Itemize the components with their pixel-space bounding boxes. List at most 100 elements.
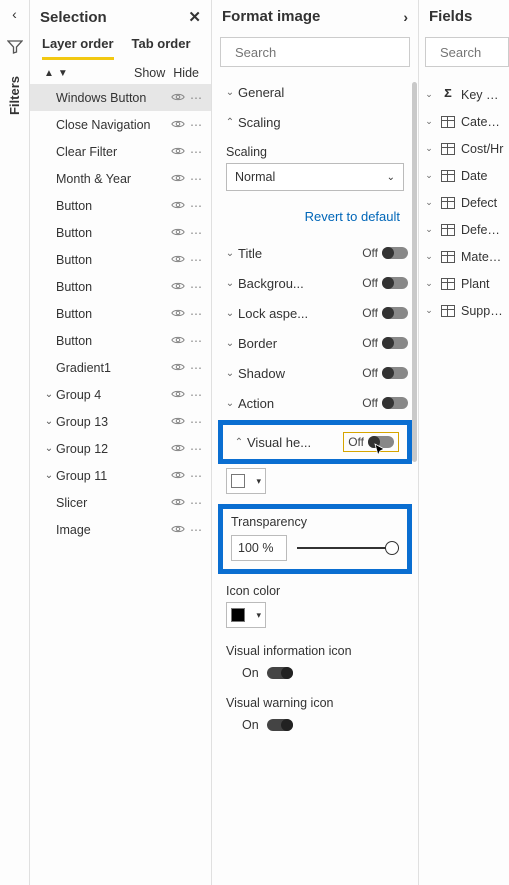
layer-row[interactable]: Clear Filter⋯ — [30, 138, 211, 165]
background-color-picker[interactable]: ▾ — [226, 468, 266, 494]
scaling-dropdown[interactable]: Normal ⌄ — [226, 163, 404, 191]
revert-to-default-button[interactable]: Revert to default — [218, 199, 412, 238]
action-toggle[interactable] — [382, 397, 408, 409]
format-search[interactable] — [220, 37, 410, 67]
layer-row[interactable]: Image⋯ — [30, 516, 211, 543]
layer-row[interactable]: ⌄Group 4⋯ — [30, 381, 211, 408]
layer-row[interactable]: ⌄Group 12⋯ — [30, 435, 211, 462]
layer-row[interactable]: Slicer⋯ — [30, 489, 211, 516]
more-options-icon[interactable]: ⋯ — [187, 334, 205, 348]
visual-warning-icon-toggle[interactable] — [267, 719, 293, 731]
visibility-icon[interactable] — [169, 118, 187, 132]
tab-layer-order[interactable]: Layer order — [42, 36, 114, 60]
scrollbar-thumb[interactable] — [412, 82, 417, 462]
layer-row[interactable]: Button⋯ — [30, 219, 211, 246]
visual-header-toggle[interactable] — [368, 436, 394, 448]
search-input[interactable] — [233, 44, 413, 61]
search-input[interactable] — [438, 44, 509, 61]
visibility-icon[interactable] — [169, 469, 187, 483]
field-row[interactable]: ⌄𝚺Key Mea — [423, 81, 505, 108]
shadow-toggle[interactable] — [382, 367, 408, 379]
background-toggle[interactable] — [382, 277, 408, 289]
more-options-icon[interactable]: ⋯ — [187, 469, 205, 483]
more-options-icon[interactable]: ⋯ — [187, 496, 205, 510]
layer-row[interactable]: ⌄Group 13⋯ — [30, 408, 211, 435]
more-options-icon[interactable]: ⋯ — [187, 361, 205, 375]
visibility-icon[interactable] — [169, 91, 187, 105]
layer-row[interactable]: Button⋯ — [30, 300, 211, 327]
filters-funnel-icon[interactable] — [7, 40, 23, 54]
visibility-icon[interactable] — [169, 523, 187, 537]
field-row[interactable]: ⌄Supplier — [423, 297, 505, 324]
section-general[interactable]: ⌄ General — [218, 77, 412, 107]
section-title[interactable]: ⌄ Title Off — [218, 238, 412, 268]
visibility-icon[interactable] — [169, 496, 187, 510]
visibility-icon[interactable] — [169, 334, 187, 348]
layer-row[interactable]: Button⋯ — [30, 273, 211, 300]
collapse-format-icon[interactable]: › — [403, 9, 408, 25]
more-options-icon[interactable]: ⋯ — [187, 415, 205, 429]
filters-tab[interactable]: Filters — [7, 72, 22, 119]
layer-row[interactable]: Windows Button⋯ — [30, 84, 211, 111]
move-up-icon[interactable]: ▲ — [42, 68, 56, 79]
title-toggle[interactable] — [382, 247, 408, 259]
layer-row[interactable]: Gradient1⋯ — [30, 354, 211, 381]
layer-row[interactable]: Close Navigation⋯ — [30, 111, 211, 138]
more-options-icon[interactable]: ⋯ — [187, 523, 205, 537]
section-lock-aspect[interactable]: ⌄ Lock aspe... Off — [218, 298, 412, 328]
section-background[interactable]: ⌄ Backgrou... Off — [218, 268, 412, 298]
more-options-icon[interactable]: ⋯ — [187, 172, 205, 186]
hide-all-button[interactable]: Hide — [173, 66, 199, 80]
tab-tab-order[interactable]: Tab order — [132, 36, 191, 60]
visibility-icon[interactable] — [169, 307, 187, 321]
visibility-icon[interactable] — [169, 361, 187, 375]
icon-color-picker[interactable]: ▾ — [226, 602, 266, 628]
lock-aspect-toggle[interactable] — [382, 307, 408, 319]
visibility-icon[interactable] — [169, 253, 187, 267]
section-scaling[interactable]: ⌃ Scaling — [218, 107, 412, 137]
more-options-icon[interactable]: ⋯ — [187, 226, 205, 240]
field-row[interactable]: ⌄DefectTy — [423, 216, 505, 243]
field-row[interactable]: ⌄Defect — [423, 189, 505, 216]
collapse-selection-icon[interactable]: ‹ — [12, 6, 17, 22]
more-options-icon[interactable]: ⋯ — [187, 280, 205, 294]
field-row[interactable]: ⌄Date — [423, 162, 505, 189]
section-border[interactable]: ⌄ Border Off — [218, 328, 412, 358]
transparency-input[interactable]: 100 % — [231, 535, 287, 561]
field-row[interactable]: ⌄Cost/Hr — [423, 135, 505, 162]
visibility-icon[interactable] — [169, 442, 187, 456]
slider-thumb[interactable] — [385, 541, 399, 555]
show-all-button[interactable]: Show — [134, 66, 165, 80]
layer-row[interactable]: Button⋯ — [30, 246, 211, 273]
more-options-icon[interactable]: ⋯ — [187, 253, 205, 267]
move-down-icon[interactable]: ▼ — [56, 68, 70, 79]
field-row[interactable]: ⌄Material — [423, 243, 505, 270]
field-row[interactable]: ⌄Category — [423, 108, 505, 135]
field-row[interactable]: ⌄Plant — [423, 270, 505, 297]
border-toggle[interactable] — [382, 337, 408, 349]
visibility-icon[interactable] — [169, 388, 187, 402]
visibility-icon[interactable] — [169, 172, 187, 186]
visibility-icon[interactable] — [169, 280, 187, 294]
visibility-icon[interactable] — [169, 226, 187, 240]
more-options-icon[interactable]: ⋯ — [187, 91, 205, 105]
more-options-icon[interactable]: ⋯ — [187, 388, 205, 402]
more-options-icon[interactable]: ⋯ — [187, 199, 205, 213]
layer-row[interactable]: ⌄Group 11⋯ — [30, 462, 211, 489]
more-options-icon[interactable]: ⋯ — [187, 307, 205, 321]
visibility-icon[interactable] — [169, 199, 187, 213]
layer-row[interactable]: Month & Year⋯ — [30, 165, 211, 192]
section-visual-header[interactable]: ⌃ Visual he... Off — [227, 429, 403, 455]
visibility-icon[interactable] — [169, 415, 187, 429]
section-action[interactable]: ⌄ Action Off — [218, 388, 412, 418]
close-icon[interactable]: ✕ — [188, 8, 201, 26]
more-options-icon[interactable]: ⋯ — [187, 145, 205, 159]
transparency-slider[interactable] — [297, 547, 399, 549]
layer-row[interactable]: Button⋯ — [30, 192, 211, 219]
more-options-icon[interactable]: ⋯ — [187, 118, 205, 132]
layer-row[interactable]: Button⋯ — [30, 327, 211, 354]
visibility-icon[interactable] — [169, 145, 187, 159]
fields-search[interactable] — [425, 37, 509, 67]
more-options-icon[interactable]: ⋯ — [187, 442, 205, 456]
section-shadow[interactable]: ⌄ Shadow Off — [218, 358, 412, 388]
